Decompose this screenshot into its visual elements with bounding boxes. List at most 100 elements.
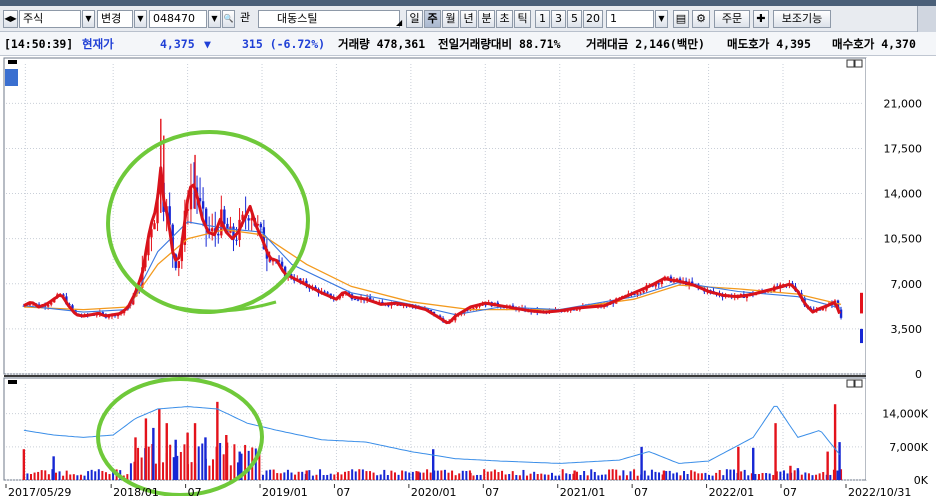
volume-bar-down [376,475,379,480]
bid-price: 매수호가 4,370 [832,37,916,51]
period-tick[interactable]: 틱 [514,10,531,28]
volume-bar-up [69,474,72,480]
volume-bar-down [383,469,386,480]
chart-area[interactable]: 21,000 17,500 14,000 10,500 7,000 3,500 0 14,00… [0,56,936,496]
code-list-icon[interactable]: ▼ [208,10,221,28]
period-minute[interactable]: 분 [478,10,495,28]
volume-spike [789,465,792,480]
volume-bar-up [611,469,614,480]
volume-bar-down [404,471,407,480]
volume-bar-down [283,472,286,480]
change-button[interactable]: 변경 [97,10,133,28]
volume-bar-up [807,473,810,480]
x-axis-label: 2021/01 [560,486,606,496]
volume-spike [22,449,26,480]
stock-chart[interactable]: 21,000 17,500 14,000 10,500 7,000 3,500 0 14,00… [0,56,936,496]
volume-spike [417,471,420,480]
volume-bar-up [401,470,404,480]
code-dropdown-icon[interactable]: ▼ [134,10,147,28]
volume-spike [225,435,228,480]
volume-bar-down [683,471,686,480]
volume-spike [165,423,168,480]
period-month[interactable]: 월 [442,10,459,28]
x-axis-label: 2018/01 [113,486,159,496]
volume-bar-up [154,463,157,480]
candle-up [153,223,156,230]
scroll-side-panel[interactable] [917,6,936,32]
volume-bar-up [575,471,578,480]
volume-bar-down [58,471,61,480]
volume-spike [826,451,829,480]
volume-bar-up [390,470,393,480]
stock-code-input[interactable]: 048470 [149,10,207,28]
volume-bar-up [458,473,461,480]
aux-function-button[interactable]: 보조기능 [773,10,831,28]
volume-bar-up [697,473,700,480]
pan-label: 관 [240,11,251,24]
volume-bar-up [440,470,443,480]
settings-gear-icon[interactable]: ⚙ [692,10,710,28]
market-dropdown-icon[interactable]: ▼ [82,10,95,28]
volume-bar-up [540,473,543,480]
volume-bar-up [233,444,236,480]
volume-bar-down [219,442,222,480]
interval-1[interactable]: 1 [535,10,550,28]
volume-bar-down [550,472,553,480]
candle-down [235,239,238,241]
volume-y-tick: 7,000K [889,441,928,454]
volume-spike [204,437,207,480]
volume-bar-down [461,470,464,480]
price-y-tick: 7,000 [891,278,923,291]
candle-down [326,292,329,294]
period-week[interactable]: 주 [424,10,441,28]
volume-bar-up [208,465,211,480]
volume-bar-down [704,472,707,480]
volume-spike [469,472,472,480]
market-select[interactable]: 주식 [19,10,81,28]
volume-bar-up [393,472,396,480]
save-icon[interactable]: ▤ [673,10,689,28]
pane-max-icon [846,59,855,68]
volume-bar-up [715,472,718,480]
volume-spike [52,456,55,480]
volume-bar-down [515,475,518,480]
period-second[interactable]: 초 [496,10,513,28]
volume-bar-up [340,474,343,480]
volume-bar-up [229,465,232,480]
volume-bar-down [379,474,382,480]
order-button[interactable]: 주문 [714,10,750,28]
count-dropdown-icon[interactable]: ▼ [655,10,668,28]
volume-bar-down [597,475,600,480]
count-input[interactable]: 1 [606,10,654,28]
volume-bar-down [543,474,546,480]
nav-arrows-icon[interactable]: ◀▶ [3,10,18,28]
volume-bar-down [650,469,653,480]
volume-bar-down [600,474,603,480]
volume-bar-up [472,475,475,480]
interval-3[interactable]: 3 [551,10,566,28]
period-day[interactable]: 일 [406,10,423,28]
volume-bar-down [254,448,257,480]
volume-bar-down [479,474,482,480]
volume-bar-up [815,474,818,480]
x-axis-label: 07 [783,486,797,496]
candle-up [177,261,180,268]
volume-bar-down [286,469,289,480]
search-icon[interactable]: 🔍 [222,10,235,28]
candle-up [396,304,399,306]
add-indicator-icon[interactable]: ✚ [753,10,769,28]
down-arrow-icon: ▼ [204,37,211,51]
volume-bar-down [351,469,354,480]
volume-bar-down [83,475,86,480]
volume-spike [838,442,841,480]
period-year[interactable]: 년 [460,10,477,28]
volume-bar-up [818,473,821,480]
interval-20[interactable]: 20 [583,10,603,28]
volume-bar-up [79,474,82,480]
volume-bar-down [568,474,571,480]
interval-5[interactable]: 5 [567,10,582,28]
volume-bar-down [476,474,479,480]
candle-down [247,218,250,221]
volume-bar-down [829,474,832,480]
volume-bar-up [454,475,457,480]
